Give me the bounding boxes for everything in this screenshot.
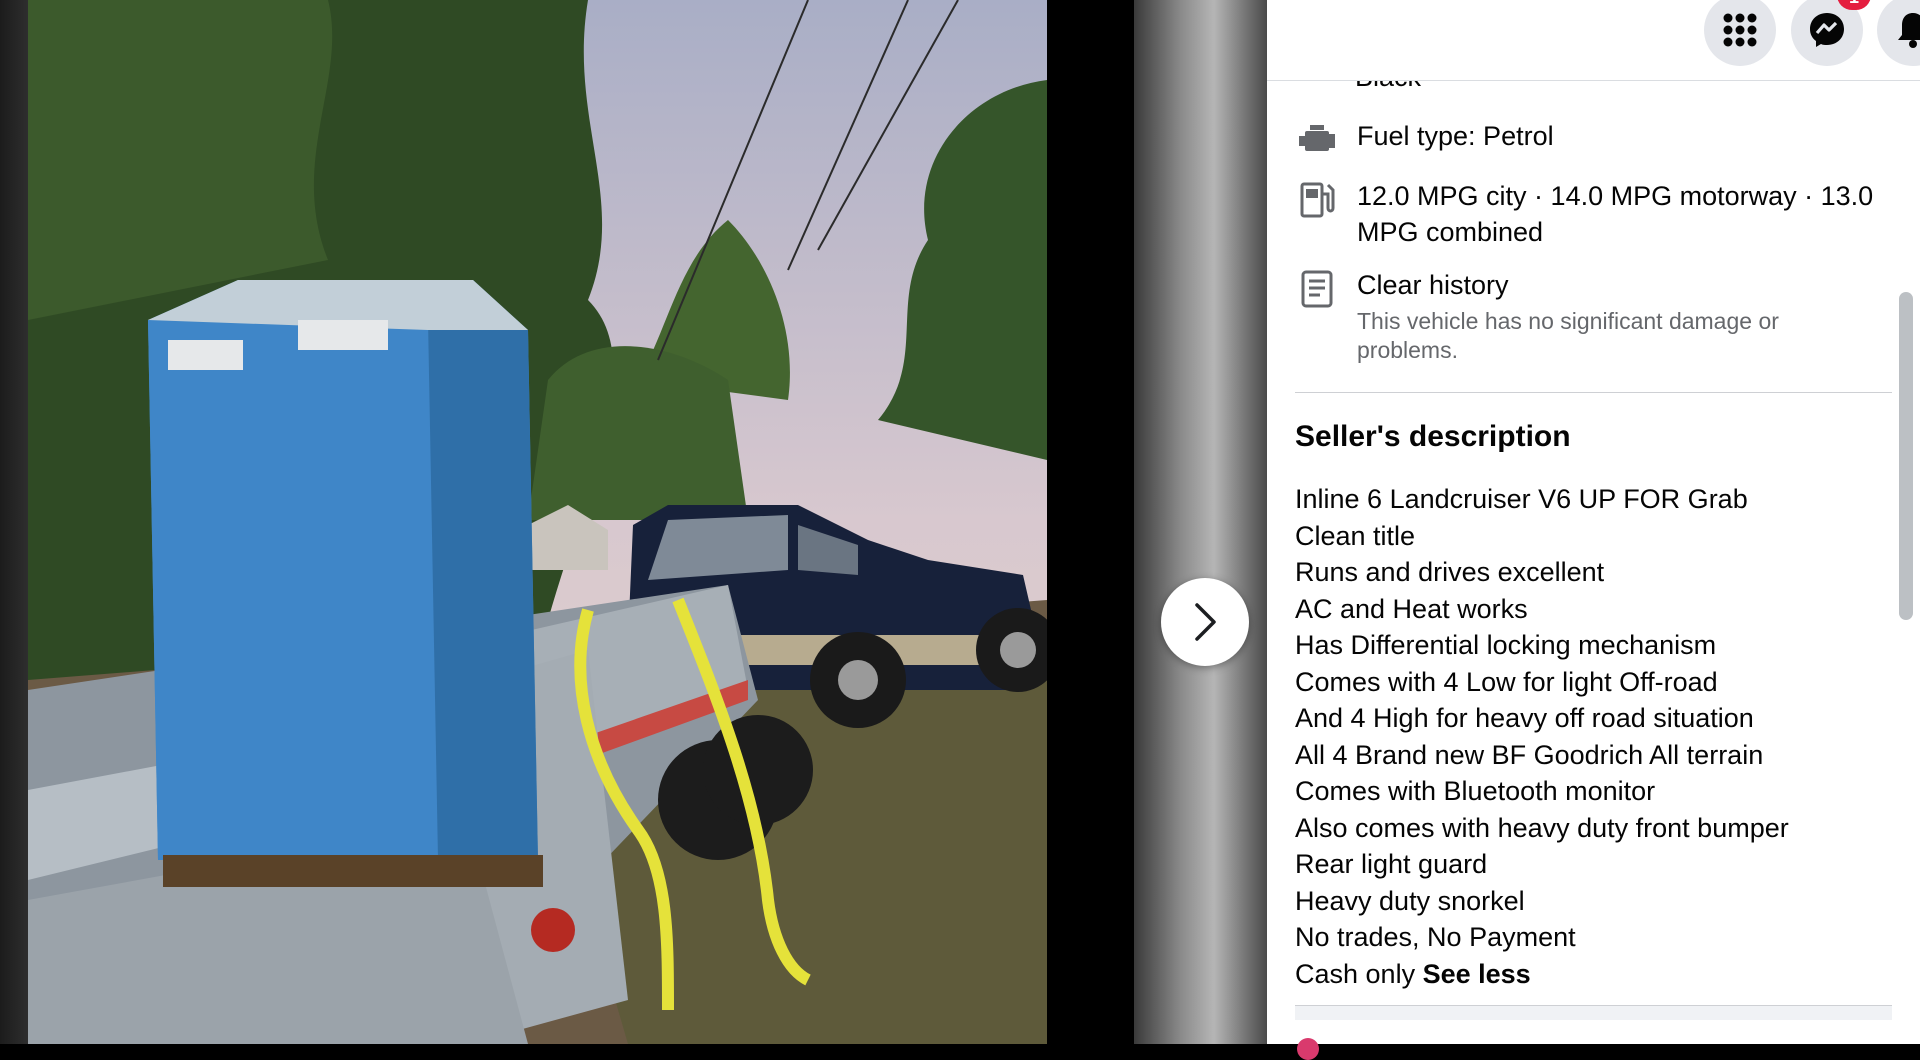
description-line: And 4 High for heavy off road situation: [1295, 703, 1754, 733]
description-line: Inline 6 Landcruiser V6 UP FOR Grab: [1295, 484, 1748, 514]
listing-photo: [28, 0, 1047, 1044]
description-line: Heavy duty snorkel: [1295, 885, 1525, 916]
listing-details-panel: Black Fuel type: Petrol 12.0 M: [1267, 0, 1920, 1044]
description-line: Has Differential locking mechanism: [1295, 630, 1717, 660]
vehicle-history-row: Clear history This vehicle has no signif…: [1295, 267, 1877, 365]
history-title: Clear history: [1357, 270, 1509, 300]
sellers-description-text: Inline 6 Landcruiser V6 UP FOR Grab Clea…: [1295, 481, 1789, 992]
top-navigation-bar: 1: [1267, 0, 1920, 81]
description-line: Comes with Bluetooth monitor: [1295, 776, 1656, 806]
next-photo-button[interactable]: [1161, 578, 1249, 666]
photo-viewer: [0, 0, 1267, 1044]
history-subtitle: This vehicle has no significant damage o…: [1357, 308, 1779, 363]
fuel-economy-text: 12.0 MPG city · 14.0 MPG motorway · 13.0…: [1357, 181, 1874, 247]
description-line: All 4 Brand new BF Goodrich All terrain: [1295, 739, 1764, 770]
fuel-type-row: Fuel type: Petrol: [1295, 118, 1554, 162]
messenger-icon: [1810, 13, 1844, 47]
description-line: Comes with 4 Low for light Off-road: [1295, 666, 1718, 697]
description-line: Runs and drives excellent: [1295, 557, 1605, 587]
description-line: Rear light guard: [1295, 849, 1488, 879]
notifications-button[interactable]: [1877, 0, 1920, 66]
viewer-edge: [0, 0, 28, 1044]
bell-icon: [1898, 13, 1920, 48]
description-line: No trades, No Payment: [1295, 922, 1576, 952]
listing-details-content: Black Fuel type: Petrol 12.0 M: [1267, 0, 1920, 1044]
description-line: Clean title: [1295, 520, 1416, 551]
see-less-link[interactable]: See less: [1423, 959, 1531, 989]
messenger-button[interactable]: 1: [1791, 0, 1871, 66]
listing-photo-illustration: [28, 0, 1047, 1044]
history-report-icon: [1295, 267, 1339, 311]
engine-icon: [1295, 118, 1339, 162]
sellers-description-title: Seller's description: [1295, 420, 1571, 453]
description-line-last: Cash only See less: [1295, 956, 1789, 993]
fuel-economy-row: 12.0 MPG city · 14.0 MPG motorway · 13.0…: [1295, 178, 1887, 250]
section-divider: [1295, 392, 1892, 393]
next-photo-preview: [1134, 0, 1267, 1044]
grid-menu-icon: [1723, 13, 1757, 47]
fuel-type-text: Fuel type: Petrol: [1357, 121, 1554, 151]
description-line: AC and Heat works: [1295, 593, 1528, 624]
menu-button[interactable]: [1704, 0, 1776, 66]
fuel-pump-icon: [1295, 178, 1339, 222]
description-last-text: Cash only: [1295, 958, 1416, 989]
description-line: Also comes with heavy duty front bumper: [1295, 812, 1789, 843]
location-map-preview[interactable]: [1295, 1005, 1892, 1020]
panel-scrollbar[interactable]: [1899, 292, 1913, 620]
seller-avatar: [1297, 1038, 1319, 1060]
messenger-badge: 1: [1837, 0, 1871, 10]
chevron-right-icon: [1195, 603, 1216, 641]
